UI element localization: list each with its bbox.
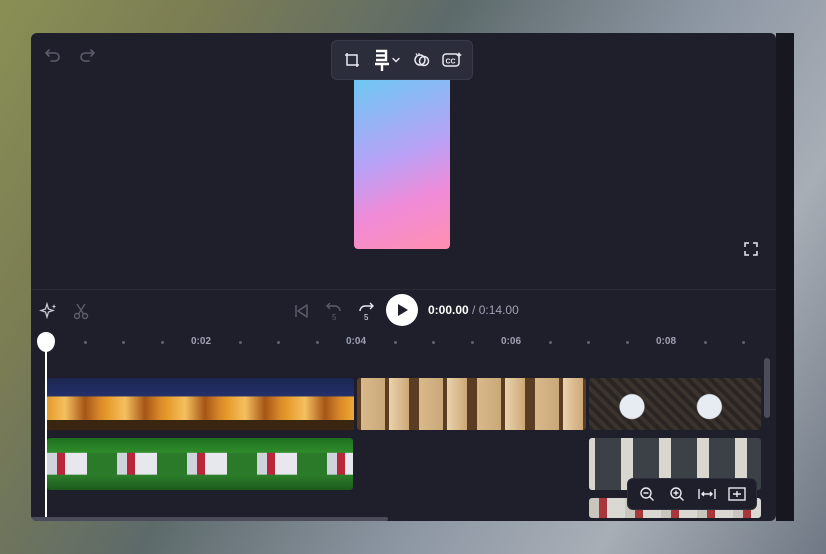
text-effect-icon (373, 48, 391, 72)
chevron-down-icon (391, 55, 401, 65)
ruler-tick (704, 341, 707, 344)
ruler-tick (587, 341, 590, 344)
forward-5-icon[interactable]: 5 (356, 300, 376, 322)
vertical-scrollbar[interactable] (764, 358, 770, 418)
time-display: 0:00.00 / 0:14.00 (428, 303, 519, 319)
rewind-5-icon[interactable]: 5 (324, 300, 344, 322)
undo-icon[interactable] (44, 46, 62, 64)
clip-houses[interactable] (47, 438, 353, 490)
fullscreen-icon[interactable] (741, 239, 761, 259)
video-preview[interactable] (354, 80, 450, 249)
magic-sparkle-icon[interactable] (39, 301, 59, 321)
clip-cabinets[interactable] (357, 378, 586, 430)
editor-window: CC 5 5 0:00.00 / 0:14.00 0:02 0:04 0:06 … (31, 33, 776, 521)
zoom-out-icon[interactable] (636, 483, 658, 505)
ruler-label: 0:08 (655, 336, 677, 347)
play-icon (395, 303, 409, 317)
skip-to-start-icon[interactable] (291, 301, 311, 321)
ruler-tick (626, 341, 629, 344)
filters-icon[interactable] (410, 46, 434, 74)
ruler-tick (277, 341, 280, 344)
ruler-tick (316, 341, 319, 344)
clip-mountains[interactable] (47, 378, 354, 430)
ruler-tick (471, 341, 474, 344)
rewind-seconds-label: 5 (332, 313, 337, 322)
playhead-line (45, 341, 47, 517)
text-effect-dropdown[interactable] (370, 46, 404, 74)
forward-seconds-label: 5 (364, 313, 369, 322)
time-separator: / (472, 303, 476, 317)
ruler-tick (122, 341, 125, 344)
redo-icon[interactable] (78, 46, 96, 64)
ruler-tick (549, 341, 552, 344)
ruler-tick (161, 341, 164, 344)
ruler-label: 0:04 (345, 336, 367, 347)
ruler-tick (239, 341, 242, 344)
crop-icon[interactable] (340, 46, 364, 74)
scissors-icon[interactable] (71, 301, 91, 321)
ruler-tick (394, 341, 397, 344)
zoom-in-icon[interactable] (666, 483, 688, 505)
timeline-zoom-toolbar (627, 478, 757, 510)
captions-icon[interactable]: CC (440, 46, 464, 74)
ruler-tick (742, 341, 745, 344)
clip-phones[interactable] (589, 378, 761, 430)
play-button[interactable] (386, 294, 418, 326)
ruler-label: 0:02 (190, 336, 212, 347)
fit-timeline-icon[interactable] (696, 483, 718, 505)
expand-timeline-icon[interactable] (726, 483, 748, 505)
svg-text:CC: CC (446, 59, 456, 66)
panel-divider (31, 289, 776, 290)
horizontal-scrollbar[interactable] (31, 517, 388, 521)
preview-toolbar: CC (331, 40, 473, 80)
ruler-tick (432, 341, 435, 344)
current-time: 0:00.00 (428, 303, 469, 317)
ruler-tick (84, 341, 87, 344)
timeline-ruler[interactable]: 0:02 0:04 0:06 0:08 (31, 333, 776, 353)
ruler-label: 0:06 (500, 336, 522, 347)
window-edge-strip (776, 33, 794, 521)
total-time: 0:14.00 (478, 303, 519, 317)
